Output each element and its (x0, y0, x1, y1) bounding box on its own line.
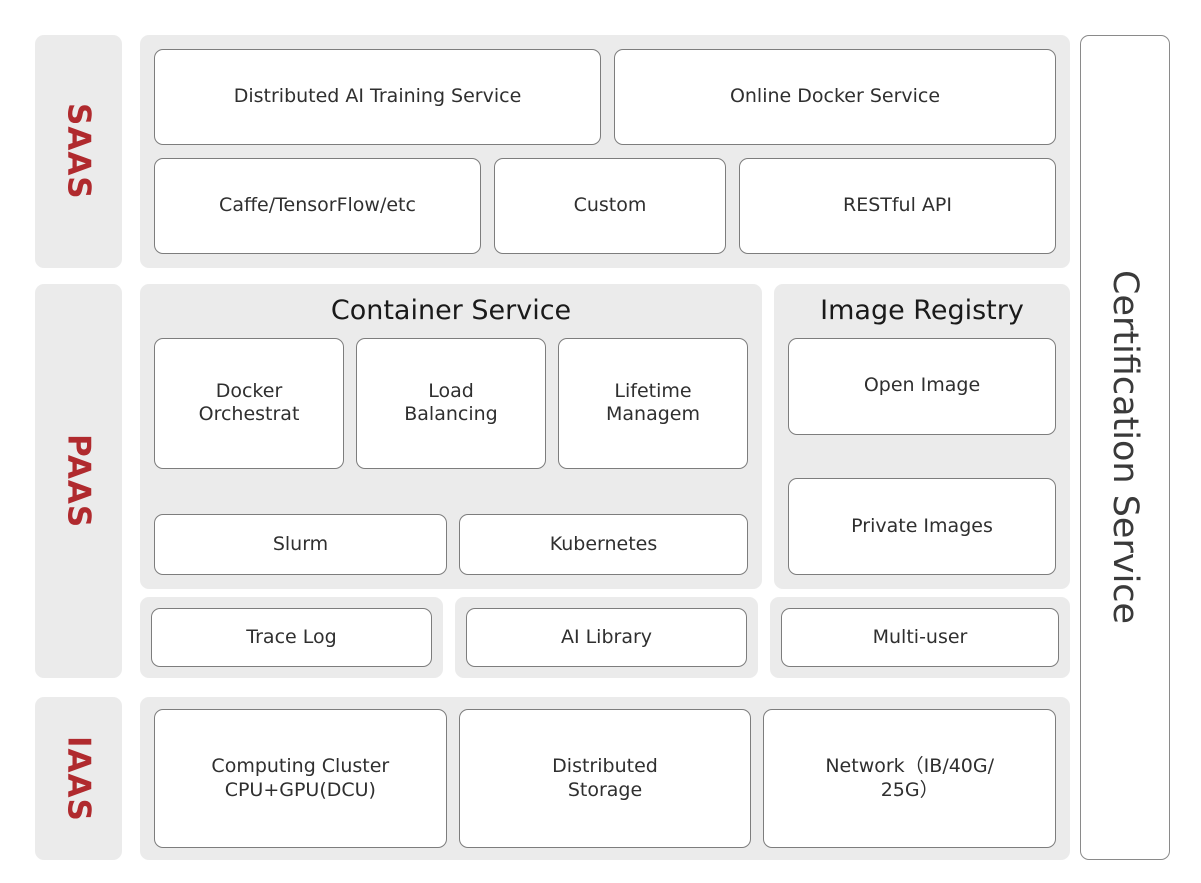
card-kubernetes[interactable]: Kubernetes (459, 514, 748, 575)
card-ai-library[interactable]: AI Library (466, 608, 747, 667)
tier-label-iaas: IAAS (35, 697, 122, 860)
panel-ai-library: AI Library (455, 597, 758, 678)
card-computing-cluster[interactable]: Computing Cluster CPU+GPU(DCU) (154, 709, 447, 848)
certification-service-label: Certification Service (1105, 270, 1145, 625)
card-open-image[interactable]: Open Image (788, 337, 1056, 435)
saas-tier-panel: Distributed AI Training Service Online D… (140, 35, 1070, 268)
card-docker-orchestrat[interactable]: Docker Orchestrat (154, 337, 344, 469)
image-registry-title: Image Registry (820, 295, 1024, 326)
card-distributed-ai-training-service[interactable]: Distributed AI Training Service (154, 49, 601, 145)
panel-multi-user: Multi-user (770, 597, 1070, 678)
tier-label-saas-text: SAAS (60, 103, 97, 200)
tier-label-saas: SAAS (35, 35, 122, 268)
card-network[interactable]: Network（IB/40G/25G） (763, 709, 1057, 848)
card-slurm[interactable]: Slurm (154, 514, 447, 575)
container-service-title: Container Service (330, 295, 572, 326)
panel-image-registry: Image Registry Open Image Private Images (774, 284, 1070, 589)
card-online-docker-service[interactable]: Online Docker Service (614, 49, 1056, 145)
paas-support-row: Trace Log AI Library Multi-user (140, 597, 1070, 678)
panel-certification-service[interactable]: Certification Service (1080, 35, 1170, 860)
saas-row-1: Distributed AI Training Service Online D… (154, 49, 1056, 145)
tier-label-iaas-text: IAAS (60, 735, 97, 822)
panel-container-service: Container Service Docker Orchestrat Load B… (140, 284, 762, 589)
tier-label-paas-text: PAAS (60, 433, 97, 529)
card-load-balancing[interactable]: Load Balancing (356, 337, 546, 469)
card-private-images[interactable]: Private Images (788, 478, 1056, 575)
card-caffe-tensorflow-etc[interactable]: Caffe/TensorFlow/etc (154, 158, 481, 254)
tier-label-paas: PAAS (35, 284, 122, 678)
card-custom[interactable]: Custom (494, 158, 726, 254)
card-lifetime-managem[interactable]: Lifetime Managem (558, 337, 748, 469)
architecture-diagram: SAAS PAAS IAAS Distributed AI Training S… (0, 0, 1201, 883)
saas-row-2: Caffe/TensorFlow/etc Custom RESTful API (154, 158, 1056, 254)
iaas-tier-panel: Computing Cluster CPU+GPU(DCU) Distribute… (140, 697, 1070, 860)
container-service-spacer (154, 469, 748, 514)
card-multi-user[interactable]: Multi-user (781, 608, 1059, 667)
paas-tier-panel: Container Service Docker Orchestrat Load B… (140, 284, 1070, 589)
card-restful-api[interactable]: RESTful API (739, 158, 1056, 254)
card-distributed-storage[interactable]: Distributed Storage (458, 709, 752, 848)
card-trace-log[interactable]: Trace Log (151, 608, 432, 667)
container-service-bottom-row: Slurm Kubernetes (154, 514, 748, 575)
panel-trace-log: Trace Log (140, 597, 443, 678)
image-registry-spacer (788, 435, 1056, 478)
container-service-top-row: Docker Orchestrat Load Balancing Lifetime M… (154, 337, 748, 469)
